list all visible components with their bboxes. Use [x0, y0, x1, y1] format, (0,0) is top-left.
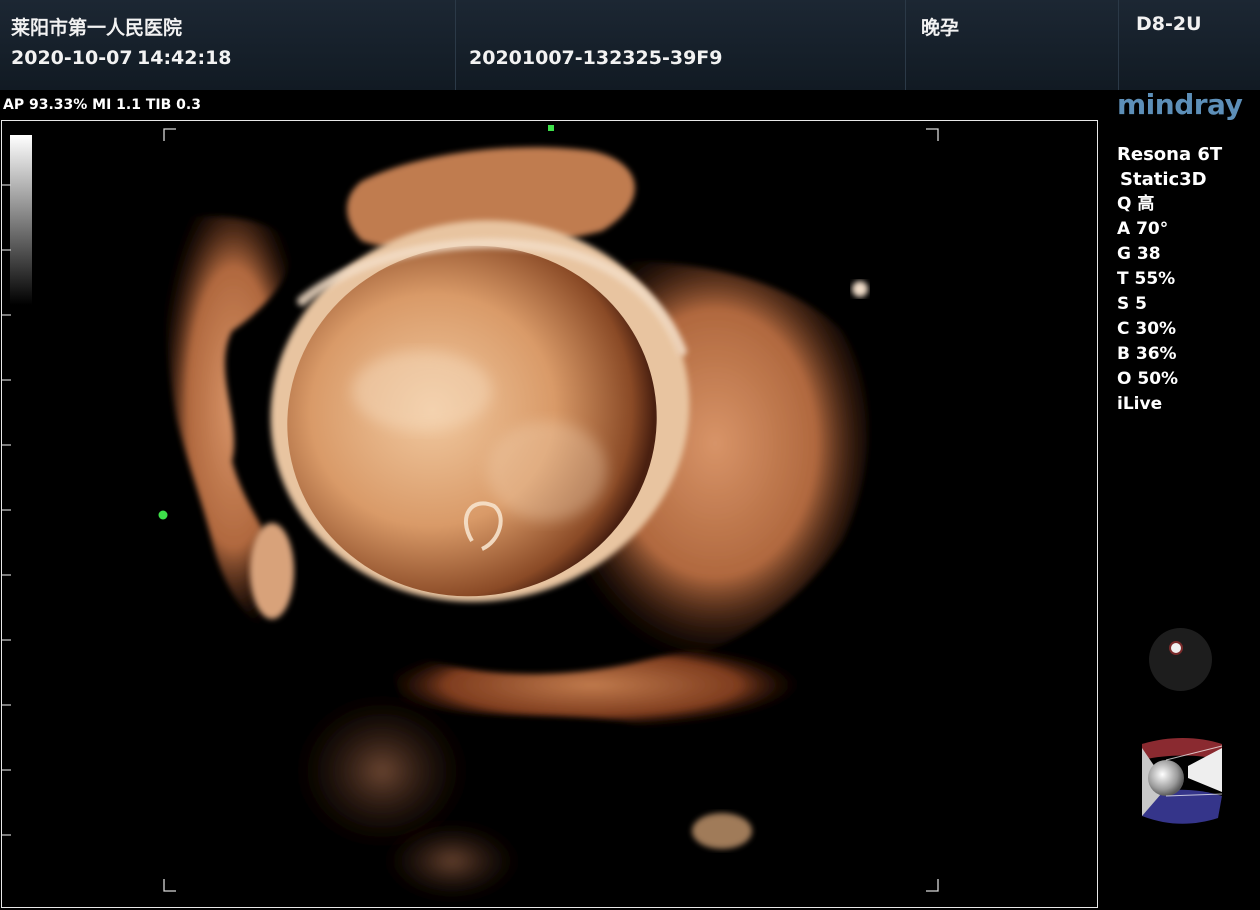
exam-time: 14:42:18 [137, 47, 232, 69]
param-contrast: C 30% [1117, 319, 1177, 339]
grayscale-bar-icon [10, 135, 32, 305]
header-bar: 莱阳市第一人民医院 2020-10-07 14:42:18 20201007-1… [0, 0, 1260, 90]
image-viewport[interactable] [1, 120, 1098, 908]
hospital-name: 莱阳市第一人民医院 [11, 17, 183, 39]
render-3d-image [2, 125, 939, 901]
orientation-cube-icon[interactable] [1138, 738, 1228, 828]
trackball-position-dot [1169, 641, 1183, 655]
exam-date: 2020-10-07 [11, 47, 133, 69]
brand-logo: mindray [1117, 88, 1243, 121]
exam-type-cell: 晚孕 [905, 0, 1119, 90]
orientation-marker [158, 510, 168, 520]
trackball-icon[interactable] [1149, 628, 1212, 691]
param-smooth: S 5 [1117, 294, 1147, 314]
param-quality: Q 高 [1117, 194, 1155, 214]
param-threshold: T 55% [1117, 269, 1176, 289]
top-marker [548, 125, 554, 131]
acoustic-output-info: AP 93.33% MI 1.1 TIB 0.3 [3, 97, 201, 113]
probe-cell: D8-2U [1118, 0, 1260, 90]
param-angle: A 70° [1117, 219, 1169, 239]
probe-name: D8-2U [1136, 13, 1202, 35]
exam-id-cell: 20201007-132325-39F9 [455, 0, 906, 90]
param-ilive: iLive [1117, 394, 1163, 414]
param-gain: G 38 [1117, 244, 1161, 264]
patient-info-cell: 莱阳市第一人民医院 2020-10-07 14:42:18 [0, 0, 456, 90]
exam-type: 晚孕 [921, 17, 960, 39]
imaging-mode: Static3D [1120, 169, 1207, 190]
parameter-panel: Resona 6T Static3D Q 高 A 70° G 38 T 55% … [1117, 142, 1257, 417]
system-model: Resona 6T [1117, 144, 1223, 165]
depth-scale [2, 184, 11, 836]
param-opacity: O 50% [1117, 369, 1179, 389]
exam-id: 20201007-132325-39F9 [469, 47, 723, 69]
param-brightness: B 36% [1117, 344, 1177, 364]
